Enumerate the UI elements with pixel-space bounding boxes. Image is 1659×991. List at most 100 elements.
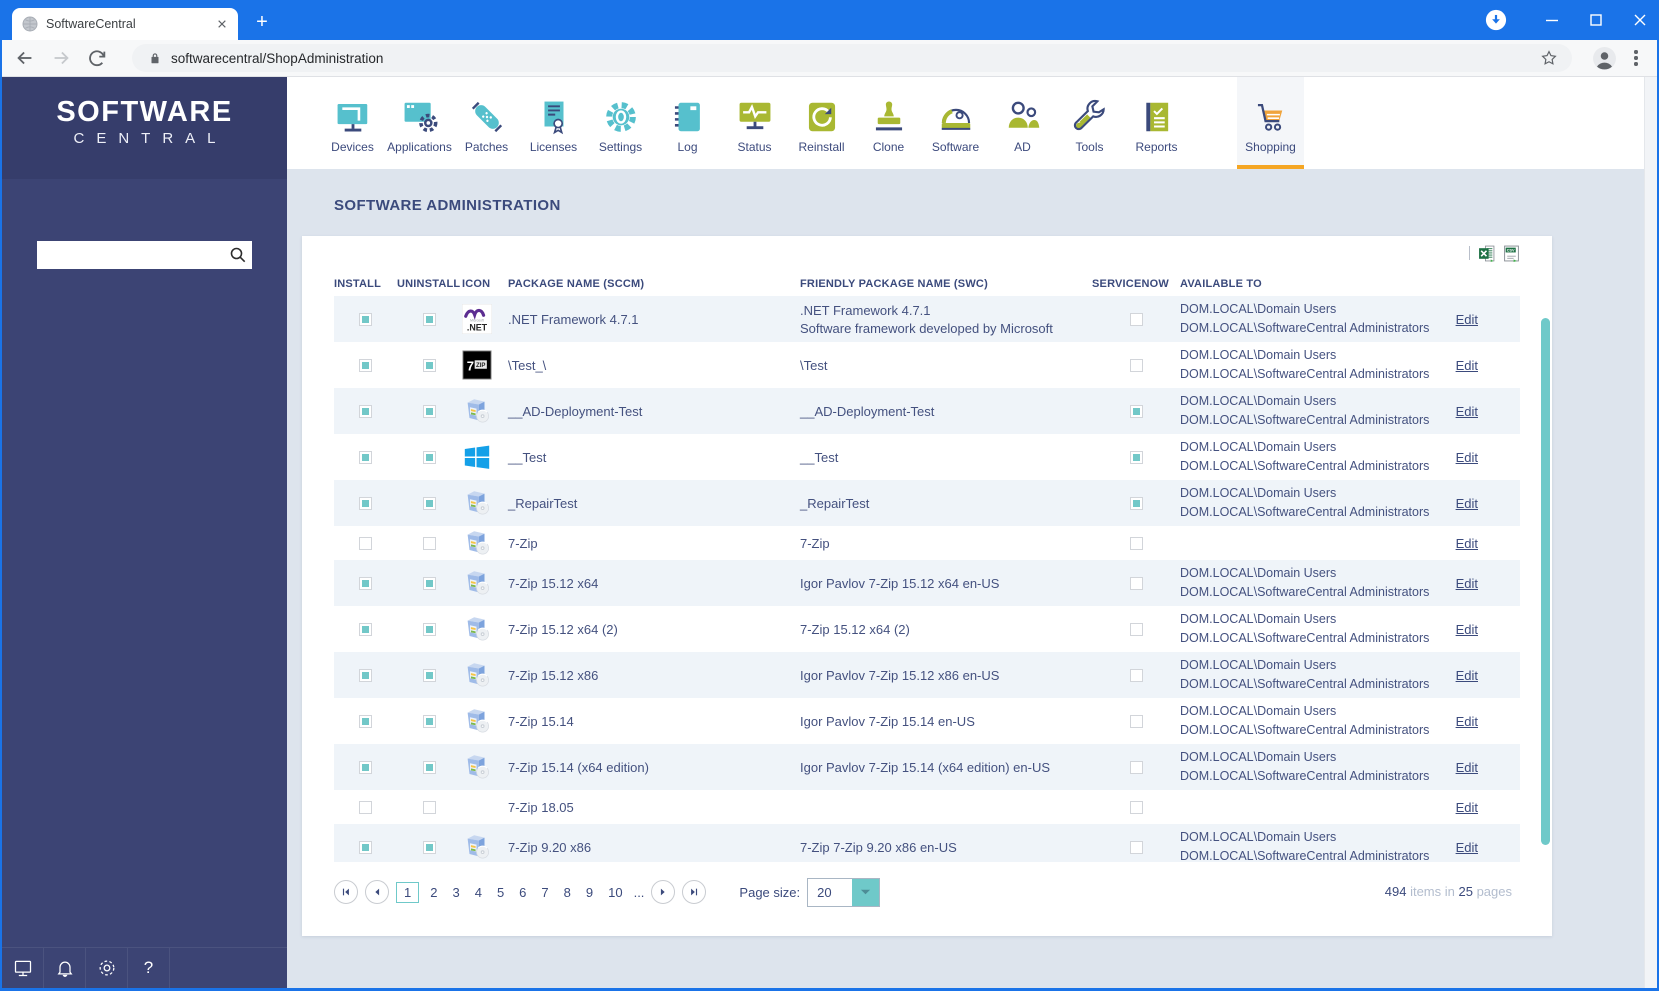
servicenow-checkbox[interactable] (1129, 536, 1143, 550)
settings-gear-icon[interactable] (86, 948, 128, 988)
page-size-select[interactable]: 20 (807, 877, 881, 907)
edit-link[interactable]: Edit (1456, 536, 1520, 551)
servicenow-checkbox[interactable] (1129, 404, 1143, 418)
tab-close-icon[interactable] (214, 16, 230, 32)
edit-link[interactable]: Edit (1456, 404, 1520, 419)
chevron-down-icon[interactable] (852, 878, 880, 906)
nav-item-log[interactable]: Log (654, 77, 721, 169)
page-number-8[interactable]: 8 (560, 883, 575, 902)
nav-item-reports[interactable]: Reports (1123, 77, 1190, 169)
uninstall-checkbox[interactable] (423, 358, 436, 372)
servicenow-checkbox[interactable] (1129, 358, 1143, 372)
servicenow-checkbox[interactable] (1129, 312, 1143, 326)
edit-link[interactable]: Edit (1456, 668, 1520, 683)
page-number-5[interactable]: 5 (493, 883, 508, 902)
install-checkbox[interactable] (359, 450, 372, 464)
search-input[interactable] (37, 241, 252, 269)
nav-item-reinstall[interactable]: Reinstall (788, 77, 855, 169)
install-checkbox[interactable] (359, 312, 372, 326)
servicenow-checkbox[interactable] (1129, 668, 1143, 682)
install-checkbox[interactable] (359, 496, 372, 510)
profile-avatar[interactable] (1592, 46, 1617, 71)
edit-link[interactable]: Edit (1456, 450, 1520, 465)
page-number-10[interactable]: 10 (604, 883, 626, 902)
help-icon[interactable]: ? (128, 948, 170, 988)
uninstall-checkbox[interactable] (423, 404, 436, 418)
uninstall-checkbox[interactable] (423, 450, 436, 464)
reload-button[interactable] (86, 47, 108, 69)
edit-link[interactable]: Edit (1456, 622, 1520, 637)
uninstall-checkbox[interactable] (423, 576, 436, 590)
install-checkbox[interactable] (359, 576, 372, 590)
uninstall-checkbox[interactable] (423, 800, 436, 814)
servicenow-checkbox[interactable] (1129, 576, 1143, 590)
install-checkbox[interactable] (359, 800, 372, 814)
nav-item-shopping[interactable]: Shopping (1237, 77, 1304, 169)
servicenow-checkbox[interactable] (1129, 760, 1143, 774)
servicenow-checkbox[interactable] (1129, 714, 1143, 728)
uninstall-checkbox[interactable] (423, 536, 436, 550)
csv-export-icon[interactable]: CSV (1503, 245, 1520, 262)
install-checkbox[interactable] (359, 760, 372, 774)
browser-scrollbar[interactable] (1644, 77, 1657, 988)
browser-tab[interactable]: SoftwareCentral (12, 8, 238, 40)
nav-item-patches[interactable]: Patches (453, 77, 520, 169)
edit-link[interactable]: Edit (1456, 800, 1520, 815)
nav-item-software[interactable]: Software (922, 77, 989, 169)
edit-link[interactable]: Edit (1456, 840, 1520, 855)
uninstall-checkbox[interactable] (423, 714, 436, 728)
notifications-icon[interactable] (44, 948, 86, 988)
download-status-icon[interactable] (1485, 9, 1507, 31)
excel-export-icon[interactable] (1478, 245, 1495, 262)
edit-link[interactable]: Edit (1456, 760, 1520, 775)
uninstall-checkbox[interactable] (423, 840, 436, 854)
search-icon[interactable] (229, 246, 247, 264)
first-page-button[interactable] (334, 880, 358, 904)
address-bar[interactable]: softwarecentral/ShopAdministration (132, 44, 1572, 72)
install-checkbox[interactable] (359, 840, 372, 854)
nav-item-licenses[interactable]: Licenses (520, 77, 587, 169)
nav-item-settings[interactable]: Settings (587, 77, 654, 169)
page-number-9[interactable]: 9 (582, 883, 597, 902)
uninstall-checkbox[interactable] (423, 760, 436, 774)
edit-link[interactable]: Edit (1456, 358, 1520, 373)
nav-item-tools[interactable]: Tools (1056, 77, 1123, 169)
uninstall-checkbox[interactable] (423, 668, 436, 682)
page-number-4[interactable]: 4 (471, 883, 486, 902)
minimize-button[interactable] (1545, 13, 1559, 27)
install-checkbox[interactable] (359, 668, 372, 682)
page-number-7[interactable]: 7 (537, 883, 552, 902)
forward-button[interactable] (50, 47, 72, 69)
install-checkbox[interactable] (359, 622, 372, 636)
nav-item-applications[interactable]: Applications (386, 77, 453, 169)
table-scrollbar[interactable] (1541, 318, 1550, 845)
nav-item-ad[interactable]: AD (989, 77, 1056, 169)
install-checkbox[interactable] (359, 404, 372, 418)
next-page-button[interactable] (651, 880, 676, 904)
maximize-button[interactable] (1589, 13, 1603, 27)
install-checkbox[interactable] (359, 358, 372, 372)
page-number-1[interactable]: 1 (396, 881, 420, 903)
nav-item-clone[interactable]: Clone (855, 77, 922, 169)
page-number-6[interactable]: 6 (515, 883, 530, 902)
close-window-button[interactable] (1633, 13, 1647, 27)
servicenow-checkbox[interactable] (1129, 496, 1143, 510)
back-button[interactable] (14, 47, 36, 69)
edit-link[interactable]: Edit (1456, 576, 1520, 591)
page-number-3[interactable]: 3 (448, 883, 463, 902)
servicenow-checkbox[interactable] (1129, 840, 1143, 854)
previous-page-button[interactable] (365, 880, 389, 904)
page-number-2[interactable]: 2 (426, 883, 441, 902)
computer-icon[interactable] (2, 948, 44, 988)
edit-link[interactable]: Edit (1456, 714, 1520, 729)
last-page-button[interactable] (682, 880, 707, 904)
servicenow-checkbox[interactable] (1129, 450, 1143, 464)
edit-link[interactable]: Edit (1456, 312, 1520, 327)
url-text[interactable]: softwarecentral/ShopAdministration (171, 51, 1540, 66)
servicenow-checkbox[interactable] (1129, 800, 1143, 814)
new-tab-button[interactable]: + (250, 10, 274, 34)
servicenow-checkbox[interactable] (1129, 622, 1143, 636)
uninstall-checkbox[interactable] (423, 496, 436, 510)
browser-menu-icon[interactable] (1627, 49, 1645, 67)
install-checkbox[interactable] (359, 714, 372, 728)
